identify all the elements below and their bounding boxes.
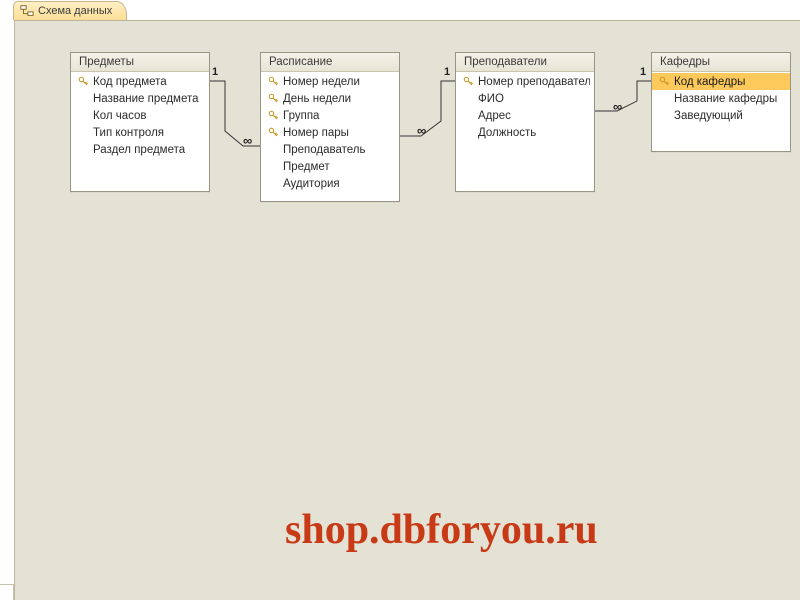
table-field[interactable]: Код предмета: [71, 73, 209, 90]
table-t2[interactable]: РасписаниеНомер неделиДень неделиГруппаН…: [260, 52, 400, 202]
field-name: Кол часов: [91, 110, 205, 122]
field-name: Группа: [281, 110, 395, 122]
field-name: Номер преподавателя: [476, 76, 590, 88]
table-field[interactable]: Адрес: [456, 107, 594, 124]
table-field-list: Номер недели День недели Группа Номер пары П…: [261, 72, 399, 192]
table-field[interactable]: Должность: [456, 124, 594, 141]
field-name: Название кафедры: [672, 93, 786, 105]
table-field[interactable]: Кол часов: [71, 107, 209, 124]
field-name: Предмет: [281, 161, 395, 173]
table-t3[interactable]: Преподаватели Номер преподавателя ФИО Адрес…: [455, 52, 595, 192]
field-name: ФИО: [476, 93, 590, 105]
field-name: Аудитория: [281, 178, 395, 190]
field-name: Должность: [476, 127, 590, 139]
table-t1[interactable]: Предметы Код предмета Название предмета Кол…: [70, 52, 210, 192]
table-field[interactable]: Предмет: [261, 158, 399, 175]
cardinality-many: ∞: [613, 99, 621, 114]
table-title[interactable]: Кафедры: [652, 53, 790, 72]
field-name: Номер недели: [281, 76, 395, 88]
table-field[interactable]: День недели: [261, 90, 399, 107]
primary-key-icon: [460, 76, 476, 87]
watermark-text: shop.dbforyou.ru: [285, 506, 598, 554]
field-name: Код предмета: [91, 76, 205, 88]
primary-key-icon: [656, 76, 672, 87]
cardinality-one: 1: [640, 66, 646, 78]
table-field[interactable]: Название кафедры: [652, 90, 790, 107]
field-name: Номер пары: [281, 127, 395, 139]
field-name: Код кафедры: [672, 76, 786, 88]
table-field[interactable]: Номер недели: [261, 73, 399, 90]
relationship-canvas[interactable]: Предметы Код предмета Название предмета Кол…: [14, 20, 800, 600]
document-tabs: Схема данных: [13, 0, 127, 20]
table-field[interactable]: Заведующий: [652, 107, 790, 124]
table-t4[interactable]: Кафедры Код кафедры Название кафедры Заведу…: [651, 52, 791, 152]
field-name: Преподаватель: [281, 144, 395, 156]
table-title[interactable]: Предметы: [71, 53, 209, 72]
table-field-list: Номер преподавателя ФИО Адрес Должность: [456, 72, 594, 141]
primary-key-icon: [75, 76, 91, 87]
tab-label: Схема данных: [38, 5, 112, 17]
field-name: Раздел предмета: [91, 144, 205, 156]
table-title[interactable]: Расписание: [261, 53, 399, 72]
field-name: Адрес: [476, 110, 590, 122]
primary-key-icon: [265, 110, 281, 121]
relationships-icon: [20, 4, 34, 18]
table-field-list: Код кафедры Название кафедры Заведующий: [652, 72, 790, 124]
cardinality-one: 1: [212, 66, 218, 78]
field-name: Тип контроля: [91, 127, 205, 139]
cardinality-many: ∞: [243, 133, 251, 148]
table-field-list: Код предмета Название предмета Кол часов Ти…: [71, 72, 209, 158]
table-field[interactable]: Группа: [261, 107, 399, 124]
field-name: День недели: [281, 93, 395, 105]
table-title[interactable]: Преподаватели: [456, 53, 594, 72]
field-name: Заведующий: [672, 110, 786, 122]
table-field[interactable]: Название предмета: [71, 90, 209, 107]
tab-schema[interactable]: Схема данных: [13, 1, 127, 20]
table-field[interactable]: Раздел предмета: [71, 141, 209, 158]
table-field[interactable]: Преподаватель: [261, 141, 399, 158]
table-field[interactable]: Тип контроля: [71, 124, 209, 141]
table-field[interactable]: Номер пары: [261, 124, 399, 141]
field-name: Название предмета: [91, 93, 205, 105]
record-nav-stub: [0, 584, 14, 600]
table-field[interactable]: Аудитория: [261, 175, 399, 192]
table-field[interactable]: Код кафедры: [652, 73, 790, 90]
cardinality-one: 1: [444, 66, 450, 78]
cardinality-many: ∞: [417, 123, 425, 138]
primary-key-icon: [265, 127, 281, 138]
table-field[interactable]: ФИО: [456, 90, 594, 107]
table-field[interactable]: Номер преподавателя: [456, 73, 594, 90]
primary-key-icon: [265, 76, 281, 87]
primary-key-icon: [265, 93, 281, 104]
